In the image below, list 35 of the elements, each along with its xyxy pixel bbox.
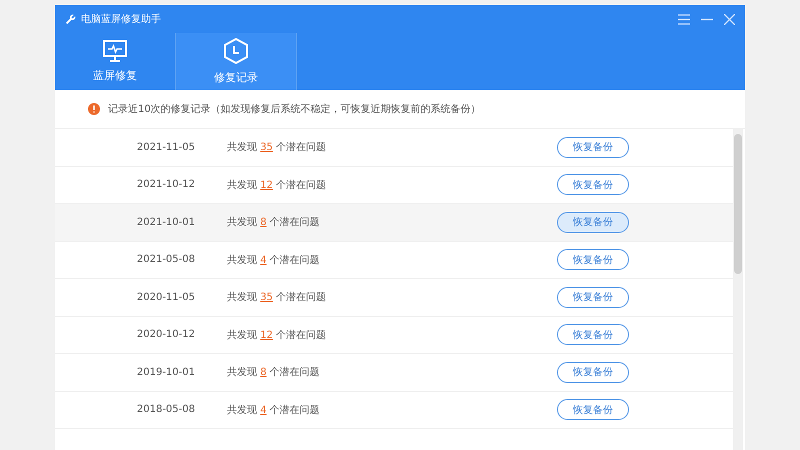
window-title: 电脑蓝屏修复助手 [81, 12, 161, 26]
restore-backup-button[interactable]: 恢复备份 [557, 286, 629, 308]
restore-backup-button[interactable]: 恢复备份 [557, 399, 629, 420]
clock-icon [224, 38, 248, 64]
record-date: 2021-10-01 [136, 216, 195, 228]
record-date: 2020-10-12 [136, 329, 195, 340]
warning-icon [88, 103, 100, 115]
record-summary: 共发现 4 个潜在问题 [227, 404, 321, 417]
close-icon[interactable] [724, 14, 735, 24]
record-summary: 共发现 35 个潜在问题 [227, 140, 328, 154]
record-summary: 共发现 4 个潜在问题 [227, 254, 321, 267]
record-date: 2019-10-01 [136, 366, 195, 378]
record-date: 2021-05-08 [136, 254, 195, 266]
record-summary: 共发现 35 个潜在问题 [227, 290, 328, 304]
restore-backup-button[interactable]: 恢复备份 [557, 324, 629, 346]
restore-backup-button[interactable]: 恢复备份 [557, 362, 629, 383]
scrollbar-thumb[interactable] [734, 134, 742, 274]
scrollbar[interactable] [733, 129, 743, 450]
record-date: 2021-10-12 [136, 179, 195, 190]
menu-icon[interactable] [678, 14, 690, 24]
record-summary: 共发现 12 个潜在问题 [227, 178, 328, 192]
nav-tab[interactable]: 修复记录 [176, 33, 297, 90]
restore-backup-button[interactable]: 恢复备份 [557, 174, 629, 196]
record-summary: 共发现 12 个潜在问题 [227, 328, 328, 342]
record-summary: 共发现 8 个潜在问题 [227, 216, 321, 230]
restore-backup-button[interactable]: 恢复备份 [557, 249, 629, 270]
restore-backup-button[interactable]: 恢复备份 [557, 212, 629, 233]
record-date: 2021-11-05 [136, 142, 195, 153]
wrench-icon [65, 14, 76, 24]
record-summary: 共发现 8 个潜在问题 [227, 366, 321, 380]
notice-text: 记录近10次的修复记录（如发现修复后系统不稳定，可恢复近期恢复前的系统备份） [108, 102, 481, 116]
record-date: 2020-11-05 [136, 292, 195, 303]
restore-backup-button[interactable]: 恢复备份 [557, 136, 629, 158]
monitor-icon [103, 40, 127, 62]
record-date: 2018-05-08 [136, 404, 195, 416]
